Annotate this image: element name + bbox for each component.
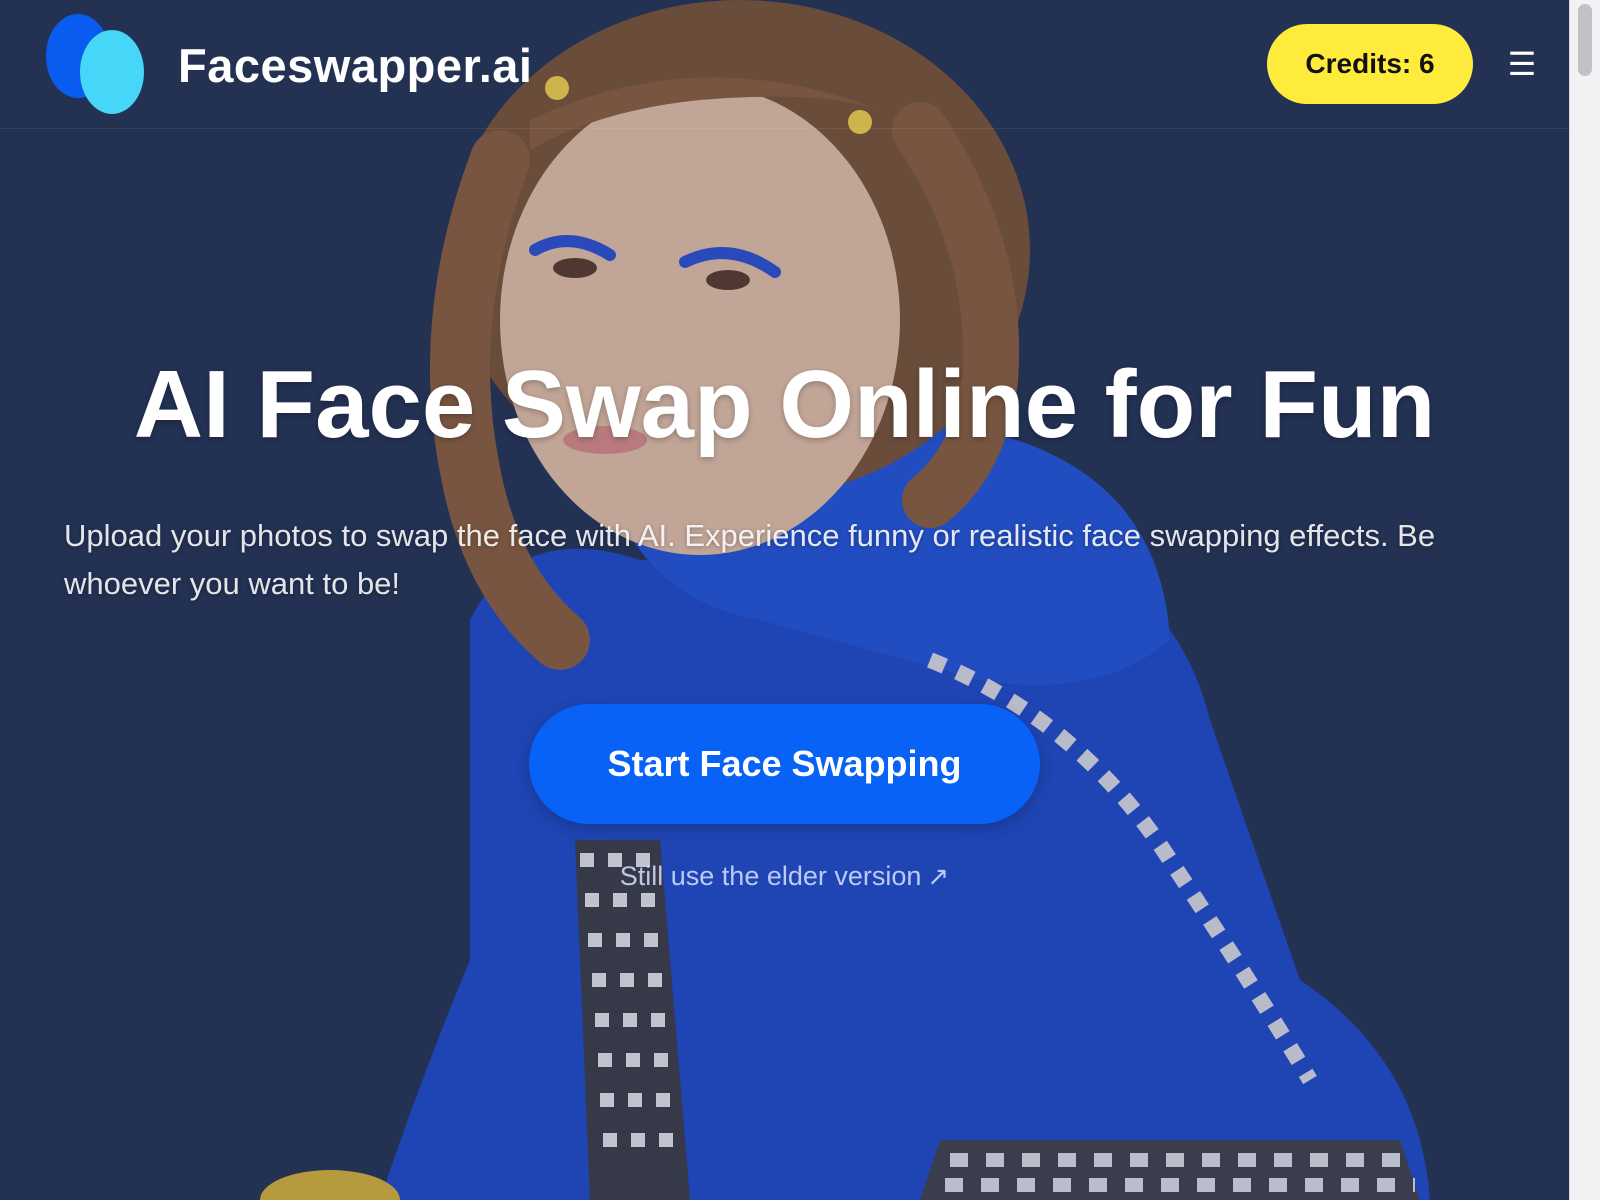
- hamburger-menu-icon[interactable]: ☰: [1505, 46, 1539, 82]
- scrollbar-thumb[interactable]: [1578, 4, 1592, 76]
- page: Faceswapper.ai Credits: 6 ☰ AI Face Swap…: [0, 0, 1569, 1200]
- elder-version-link-label: Still use the elder version: [619, 861, 922, 891]
- page-scrollbar[interactable]: [1569, 0, 1600, 1200]
- credits-button[interactable]: Credits: 6: [1267, 24, 1473, 104]
- overlapping-ovals-logo-icon[interactable]: [44, 12, 150, 118]
- page-title: AI Face Swap Online for Fun: [133, 351, 1436, 458]
- external-arrow-icon: ↗: [927, 861, 950, 891]
- elder-version-link[interactable]: Still use the elder version ↗: [0, 858, 1569, 894]
- start-face-swapping-button[interactable]: Start Face Swapping: [529, 704, 1040, 824]
- brand-name[interactable]: Faceswapper.ai: [178, 38, 532, 94]
- site-header: Faceswapper.ai Credits: 6 ☰: [0, 0, 1569, 129]
- hero-subtitle: Upload your photos to swap the face with…: [64, 518, 1436, 601]
